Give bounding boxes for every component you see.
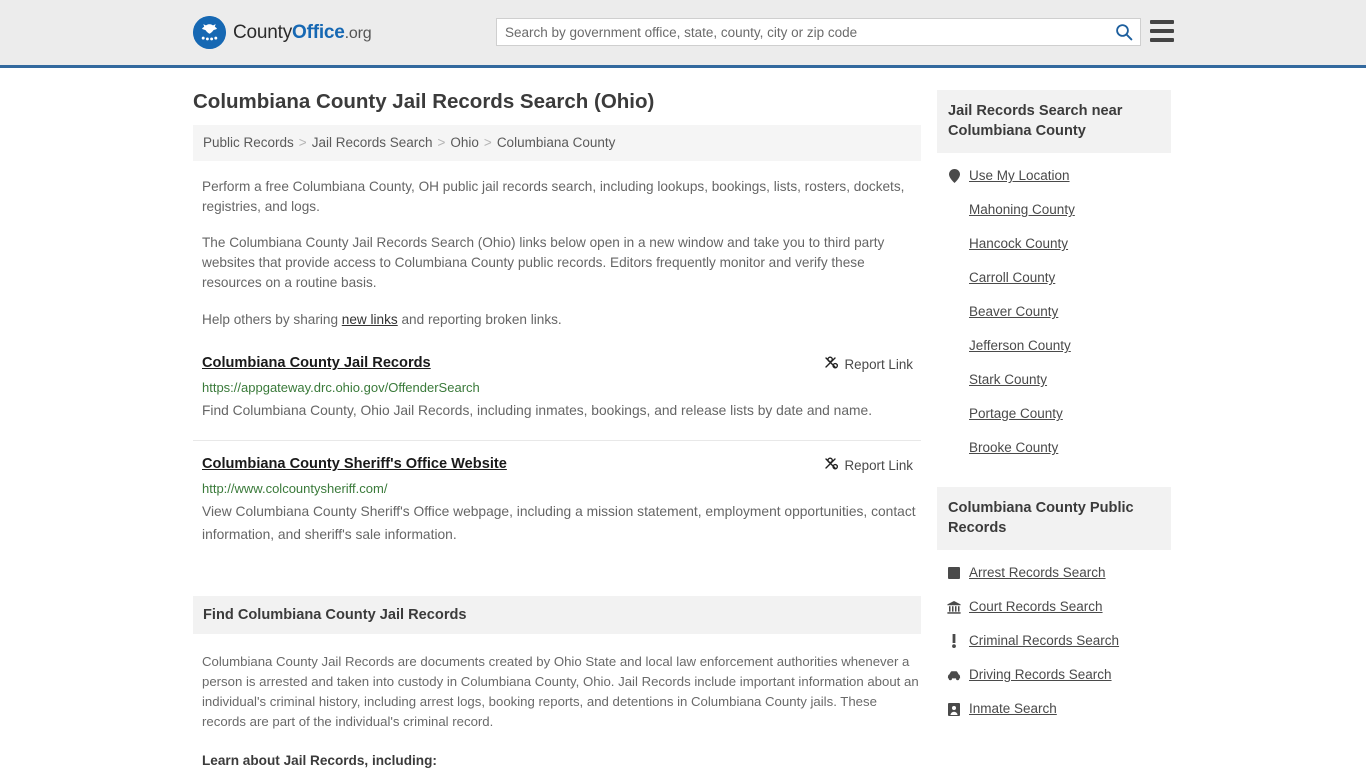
sidebar-item-label[interactable]: Beaver County: [969, 303, 1058, 321]
page-title: Columbiana County Jail Records Search (O…: [193, 90, 655, 113]
exclamation-icon: [947, 634, 961, 649]
site-header: CountyOffice.org: [0, 0, 1366, 68]
brand-text: CountyOffice.org: [233, 21, 372, 44]
sidebar-item-label[interactable]: Arrest Records Search: [969, 564, 1106, 582]
learn-about-heading: Learn about Jail Records, including:: [202, 753, 437, 768]
breadcrumb-separator: >: [298, 135, 307, 150]
report-link-button[interactable]: Report Link: [823, 456, 921, 474]
sidebar-item-label[interactable]: Use My Location: [969, 167, 1070, 185]
report-link-button[interactable]: Report Link: [823, 355, 921, 373]
map-pin-icon: [947, 169, 961, 184]
intro-paragraph-1: Perform a free Columbiana County, OH pub…: [202, 179, 905, 214]
sidebar-item-label[interactable]: Hancock County: [969, 235, 1068, 253]
breadcrumb-item-columbiana-county[interactable]: Columbiana County: [497, 135, 616, 150]
sidebar-item-stark-county[interactable]: Stark County: [947, 363, 1171, 397]
share-line-before: Help others by sharing: [202, 312, 342, 327]
courthouse-icon: [947, 600, 961, 615]
breadcrumb-item-ohio[interactable]: Ohio: [450, 135, 479, 150]
eagle-seal-icon: [193, 16, 226, 49]
brand-org: .org: [344, 24, 372, 42]
sidebar-item-carroll-county[interactable]: Carroll County: [947, 261, 1171, 295]
main-column: Columbiana County Jail Records Search (O…: [193, 68, 921, 768]
inmate-icon: [947, 702, 961, 717]
results-list: Columbiana County Jail Records Report Li…: [193, 354, 921, 560]
new-links-link[interactable]: new links: [342, 312, 398, 327]
result-description: Find Columbiana County, Ohio Jail Record…: [202, 403, 873, 418]
intro-paragraph-2: The Columbiana County Jail Records Searc…: [202, 235, 885, 290]
result-header: Columbiana County Sheriff's Office Websi…: [202, 455, 921, 474]
broken-link-icon: [823, 355, 838, 373]
sidebar-item-jefferson-county[interactable]: Jefferson County: [947, 329, 1171, 363]
sidebar-nearby-heading: Jail Records Search near Columbiana Coun…: [937, 90, 1171, 153]
brand-office: Office: [292, 21, 345, 43]
sidebar-item-label[interactable]: Mahoning County: [969, 201, 1075, 219]
sidebar-nearby-list: Use My Location Mahoning County Hancock …: [937, 153, 1171, 465]
breadcrumb-item-jail-records-search[interactable]: Jail Records Search: [312, 135, 433, 150]
sidebar-item-label[interactable]: Portage County: [969, 405, 1063, 423]
fingerprint-icon: [947, 566, 961, 581]
sidebar-item-label[interactable]: Court Records Search: [969, 598, 1103, 616]
sidebar-item-label[interactable]: Criminal Records Search: [969, 632, 1119, 650]
find-records-section: Find Columbiana County Jail Records Colu…: [193, 596, 921, 768]
site-logo[interactable]: CountyOffice.org: [193, 16, 372, 49]
breadcrumb: Public Records > Jail Records Search > Ohio >…: [193, 125, 921, 161]
content-container: Columbiana County Jail Records Search (O…: [193, 68, 1173, 768]
search-input[interactable]: [497, 19, 1108, 45]
sidebar-nearby-block: Jail Records Search near Columbiana Coun…: [937, 90, 1171, 465]
breadcrumb-separator: >: [437, 135, 446, 150]
sidebar-public-records-block: Columbiana County Public Records Arrest …: [937, 487, 1171, 726]
page-body: Columbiana County Jail Records Search (O…: [0, 68, 1366, 768]
sidebar-item-label[interactable]: Inmate Search: [969, 700, 1057, 718]
sidebar-item-mahoning-county[interactable]: Mahoning County: [947, 193, 1171, 227]
result-item: Columbiana County Jail Records Report Li…: [193, 354, 921, 436]
result-title-link[interactable]: Columbiana County Sheriff's Office Websi…: [202, 455, 507, 474]
search-bar[interactable]: [496, 18, 1141, 46]
sidebar-public-records-heading: Columbiana County Public Records: [937, 487, 1171, 550]
result-title-link[interactable]: Columbiana County Jail Records: [202, 354, 431, 373]
sidebar-item-court-records-search[interactable]: Court Records Search: [947, 590, 1171, 624]
share-line: Help others by sharing new links and rep…: [193, 310, 921, 330]
car-icon: [947, 668, 961, 683]
sidebar-item-label[interactable]: Jefferson County: [969, 337, 1071, 355]
sidebar-item-label[interactable]: Brooke County: [969, 439, 1058, 457]
sidebar-item-beaver-county[interactable]: Beaver County: [947, 295, 1171, 329]
broken-link-icon: [823, 456, 838, 474]
sidebar-item-driving-records-search[interactable]: Driving Records Search: [947, 658, 1171, 692]
sidebar-item-criminal-records-search[interactable]: Criminal Records Search: [947, 624, 1171, 658]
sidebar-item-hancock-county[interactable]: Hancock County: [947, 227, 1171, 261]
report-link-label: Report Link: [844, 356, 913, 372]
sidebar: Jail Records Search near Columbiana Coun…: [937, 68, 1171, 768]
hamburger-bar: [1150, 29, 1174, 33]
result-item: Columbiana County Sheriff's Office Websi…: [193, 440, 921, 560]
sidebar-item-inmate-search[interactable]: Inmate Search: [947, 692, 1171, 726]
sidebar-item-label[interactable]: Carroll County: [969, 269, 1055, 287]
result-url[interactable]: https://appgateway.drc.ohio.gov/Offender…: [202, 379, 921, 396]
breadcrumb-item-public-records[interactable]: Public Records: [203, 135, 294, 150]
report-link-label: Report Link: [844, 457, 913, 473]
hamburger-bar: [1150, 20, 1174, 24]
result-url[interactable]: http://www.colcountysheriff.com/: [202, 480, 921, 497]
result-description: View Columbiana County Sheriff's Office …: [202, 504, 916, 542]
section-paragraph: Columbiana County Jail Records are docum…: [202, 654, 919, 729]
section-heading: Find Columbiana County Jail Records: [193, 596, 921, 634]
sidebar-public-records-list: Arrest Records Search Court Records Sear…: [937, 550, 1171, 726]
breadcrumb-separator: >: [483, 135, 492, 150]
hamburger-bar: [1150, 38, 1174, 42]
search-icon[interactable]: [1108, 19, 1140, 45]
sidebar-item-arrest-records-search[interactable]: Arrest Records Search: [947, 556, 1171, 590]
sidebar-item-portage-county[interactable]: Portage County: [947, 397, 1171, 431]
result-header: Columbiana County Jail Records Report Li…: [202, 354, 921, 373]
sidebar-item-label[interactable]: Stark County: [969, 371, 1047, 389]
brand-county: County: [233, 21, 293, 43]
sidebar-item-label[interactable]: Driving Records Search: [969, 666, 1112, 684]
share-line-after: and reporting broken links.: [397, 312, 562, 327]
sidebar-item-brooke-county[interactable]: Brooke County: [947, 431, 1171, 465]
sidebar-item-use-my-location[interactable]: Use My Location: [947, 159, 1171, 193]
hamburger-menu-icon[interactable]: [1150, 20, 1174, 42]
section-body: Columbiana County Jail Records are docum…: [193, 652, 921, 768]
